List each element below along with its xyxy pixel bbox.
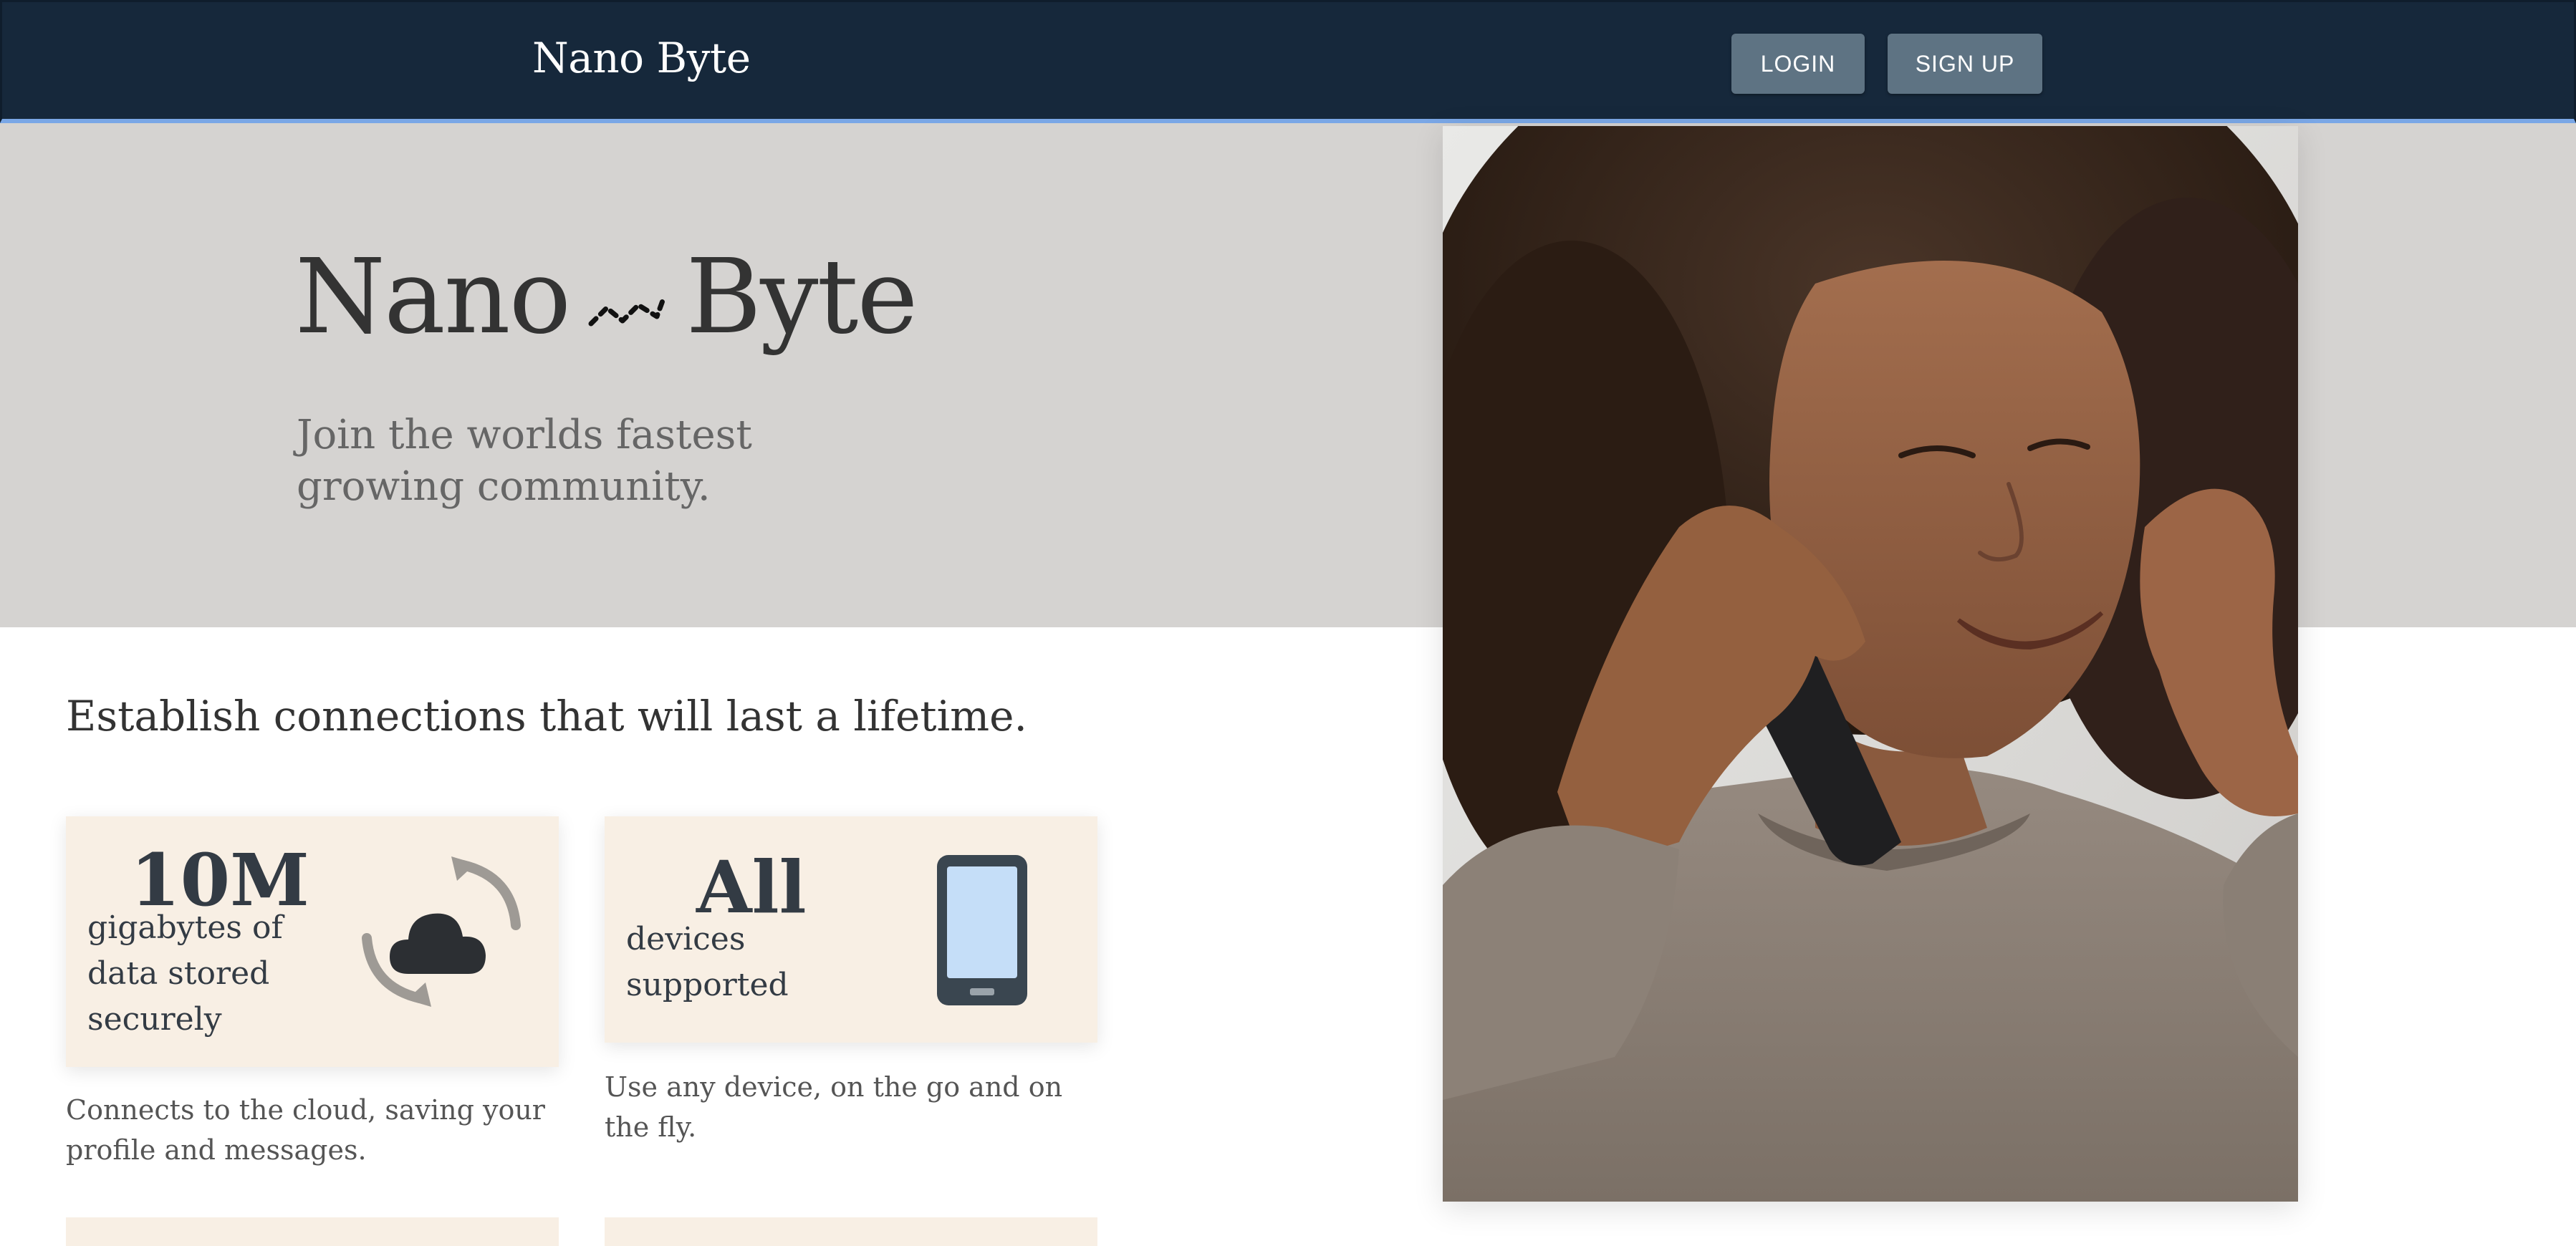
hero-title-right: Byte bbox=[686, 236, 918, 357]
top-navbar: Nano Byte LOGIN SIGN UP bbox=[0, 0, 2576, 123]
hero-title-left: Nano bbox=[295, 236, 571, 357]
stat-card-partial bbox=[66, 1217, 559, 1246]
card-description: Use any device, on the go and on the fly… bbox=[605, 1071, 1063, 1143]
card-description: Connects to the cloud, saving your profi… bbox=[66, 1094, 545, 1166]
hero-subtitle: Join the worlds fastest growing communit… bbox=[297, 412, 752, 510]
stat-card: All devices supported bbox=[605, 816, 1097, 1043]
wave-dots-icon bbox=[585, 236, 665, 357]
stat-card-partial bbox=[605, 1217, 1097, 1246]
woman-on-phone-photo bbox=[1443, 126, 2298, 1202]
hero-title: Nano Byte bbox=[295, 236, 918, 357]
nav-brand[interactable]: Nano Byte bbox=[532, 34, 751, 82]
stat-label: devices supported bbox=[626, 921, 789, 1003]
stat-card: 10M gigabytes of data stored securely bbox=[66, 816, 559, 1067]
smartphone-icon bbox=[934, 852, 1030, 1011]
tagline: Establish connections that will last a l… bbox=[66, 692, 1027, 740]
signup-button[interactable]: SIGN UP bbox=[1888, 34, 2042, 94]
login-button[interactable]: LOGIN bbox=[1731, 34, 1865, 94]
stat-label: gigabytes of data stored securely bbox=[87, 909, 283, 1038]
cloud-sync-icon bbox=[355, 845, 527, 1020]
